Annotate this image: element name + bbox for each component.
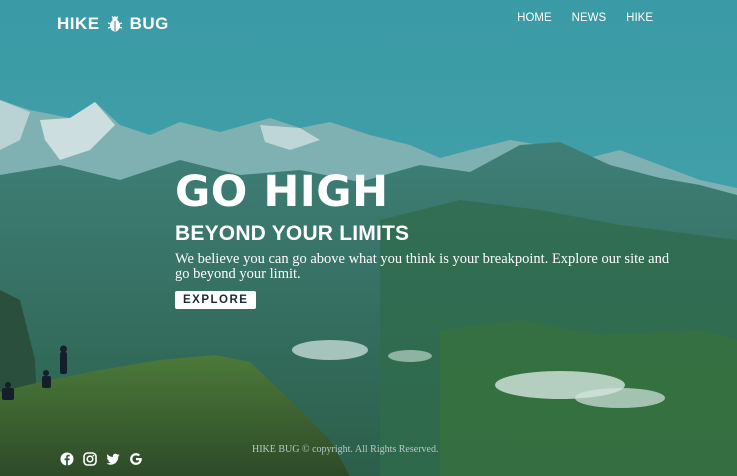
main-nav: HOME NEWS HIKE: [517, 12, 653, 24]
explore-button[interactable]: EXPLORE: [175, 291, 257, 309]
nav-news[interactable]: NEWS: [572, 12, 607, 24]
brand-name-right: BUG: [129, 14, 169, 33]
hero-description: We believe you can go above what you thi…: [175, 251, 670, 282]
twitter-icon[interactable]: [106, 452, 120, 466]
hero-subtitle: BEYOND YOUR LIMITS: [175, 222, 410, 245]
nav-hike[interactable]: HIKE: [626, 12, 653, 24]
bug-icon: [106, 15, 124, 33]
copyright-text: HIKE BUG © copyright. All Rights Reserve…: [252, 444, 439, 455]
nav-home[interactable]: HOME: [517, 12, 552, 24]
hero-title: GO HIGH: [175, 167, 389, 217]
google-icon[interactable]: [129, 452, 143, 466]
social-links: [60, 452, 143, 466]
site-header: HIKE BUG HOME NEWS HIKE: [0, 0, 737, 50]
instagram-icon[interactable]: [83, 452, 97, 466]
brand-name-left: HIKE: [57, 14, 100, 33]
brand-logo[interactable]: HIKE BUG: [57, 14, 169, 34]
hero-section: GO HIGH BEYOND YOUR LIMITS We believe yo…: [175, 170, 695, 309]
facebook-icon[interactable]: [60, 452, 74, 466]
